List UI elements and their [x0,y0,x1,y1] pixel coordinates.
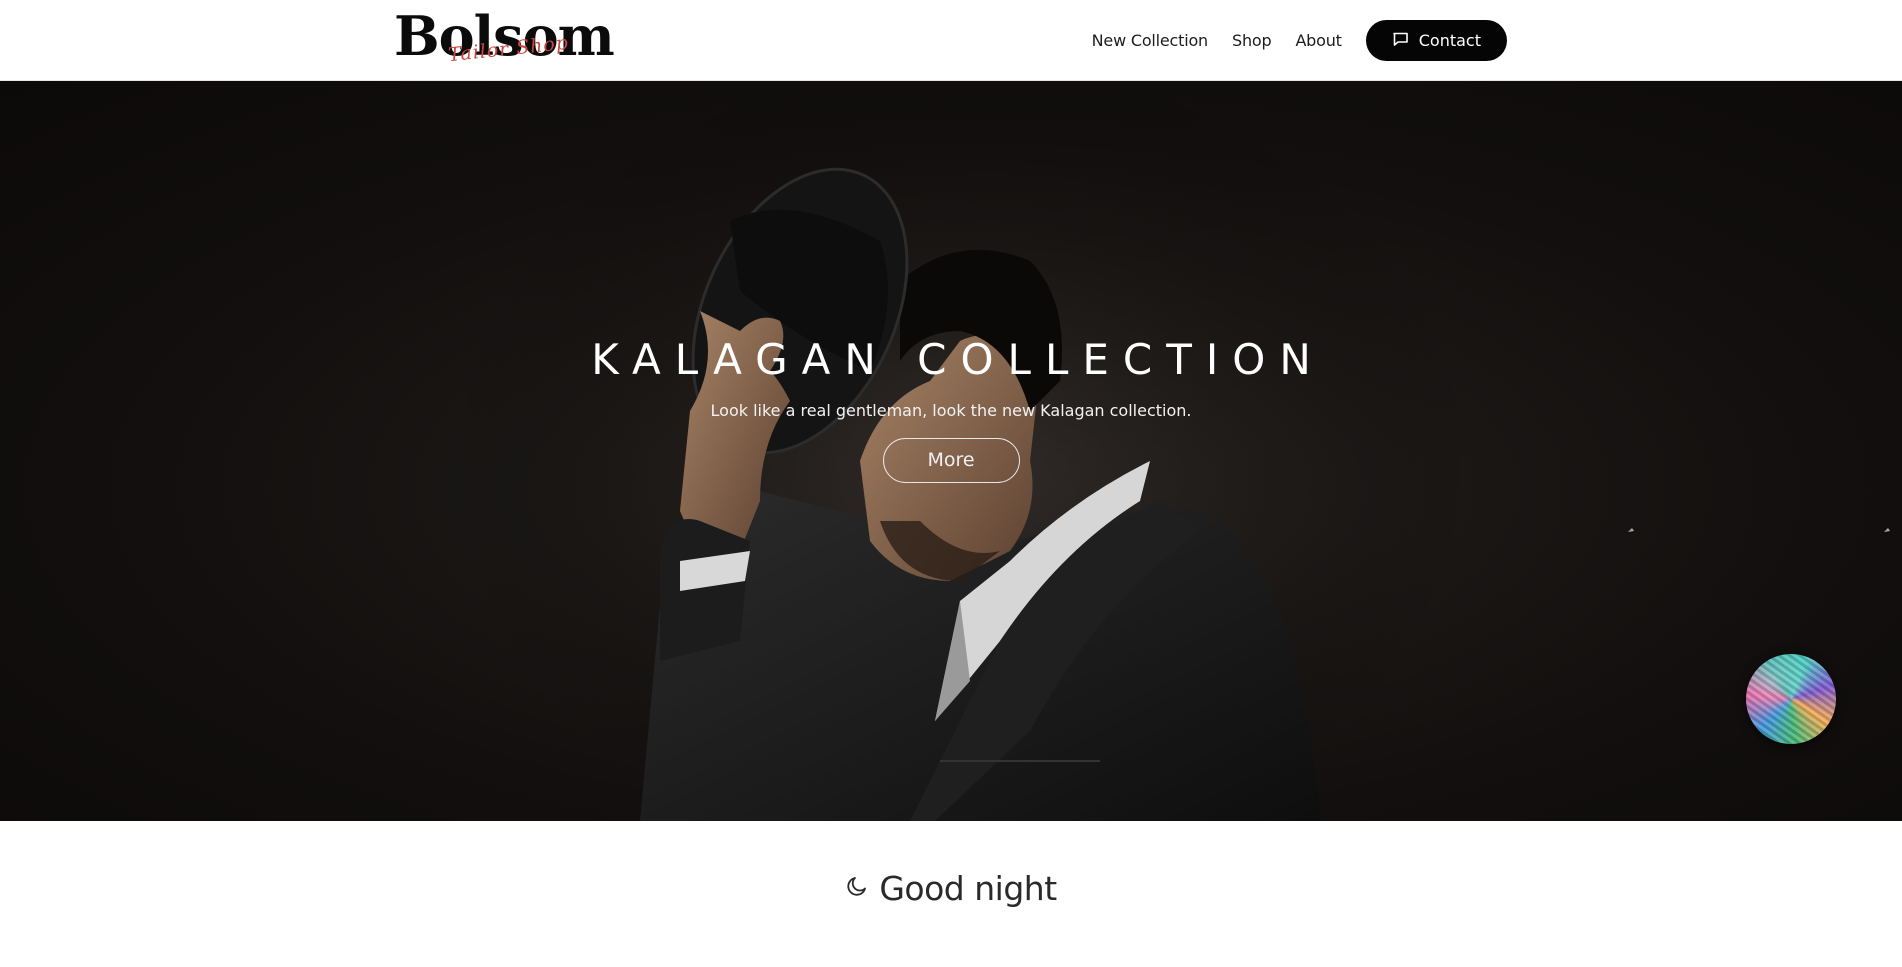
chat-bubble-icon [1392,31,1409,51]
moon-icon [845,874,869,903]
site-header: Bolsom Tailor Shop New Collection Shop A… [0,0,1902,81]
nav-shop[interactable]: Shop [1232,31,1272,50]
more-button[interactable]: More [882,438,1020,483]
hero-banner: KALAGAN COLLECTION Look like a real gent… [0,81,1902,821]
floating-orb-button[interactable] [1746,654,1836,744]
nav-about[interactable]: About [1295,31,1342,50]
contact-button-label: Contact [1418,31,1481,50]
logo[interactable]: Bolsom Tailor Shop [394,4,615,72]
main-nav: New Collection Shop About Contact [1092,20,1507,61]
hero-content: KALAGAN COLLECTION Look like a real gent… [0,339,1902,483]
greeting-text: Good night [879,869,1057,908]
greeting: Good night [0,869,1902,908]
hero-subtitle: Look like a real gentleman, look the new… [710,401,1192,420]
hero-title: KALAGAN COLLECTION [591,335,1325,384]
contact-button[interactable]: Contact [1365,20,1507,61]
nav-new-collection[interactable]: New Collection [1092,31,1209,50]
